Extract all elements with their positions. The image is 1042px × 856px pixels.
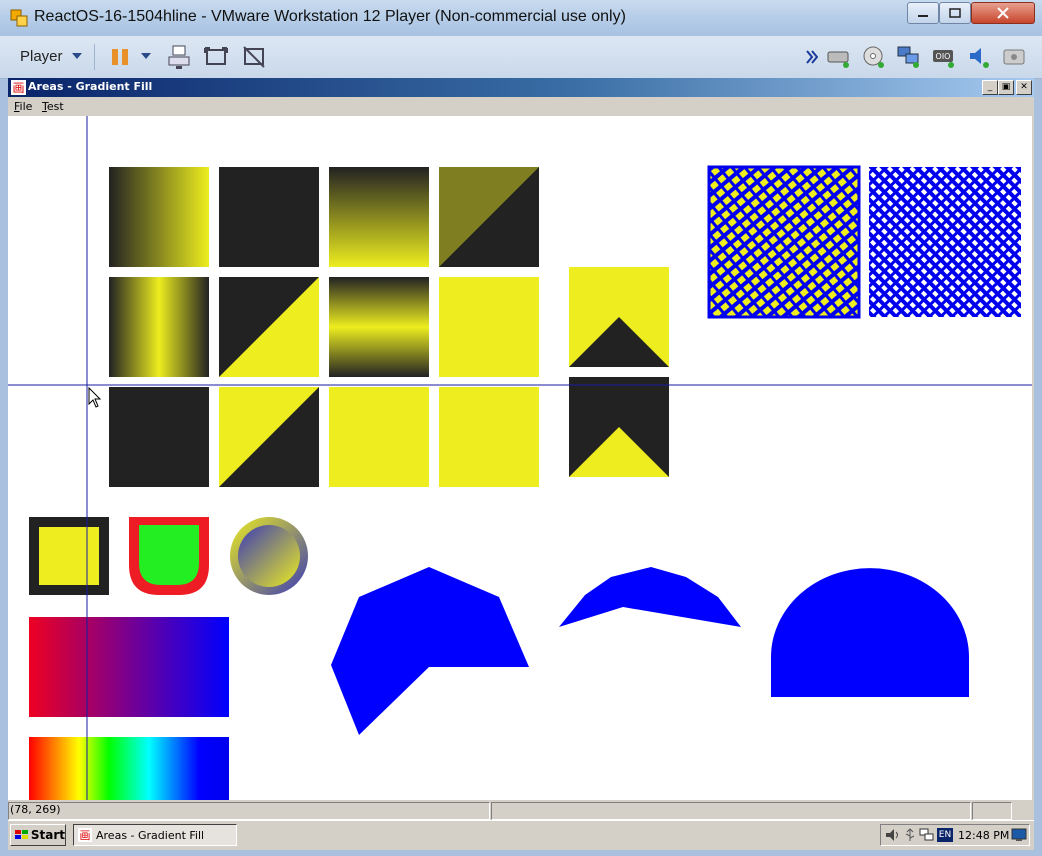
svg-text:画: 画 [80,829,91,842]
player-menu-button[interactable]: Player [20,48,63,65]
black-square [109,387,209,487]
language-indicator[interactable]: EN [937,828,953,842]
send-ctrl-alt-del-icon[interactable] [166,44,192,70]
maximize-button[interactable] [939,2,971,24]
gradient-square [329,167,429,267]
volume-icon[interactable] [885,828,901,842]
pause-dropdown-icon[interactable] [141,53,151,61]
unity-icon[interactable] [241,44,267,70]
status-panel [491,802,971,820]
yellow-square [329,387,429,487]
pause-icon[interactable] [108,44,134,70]
app-restore-button[interactable]: ▣ [998,80,1014,95]
reactos-app-icon: 画 [78,828,92,842]
app-window-title: Areas - Gradient Fill [28,80,153,93]
rainbow-gradient-bar [29,737,229,800]
drawing-canvas[interactable] [8,116,1032,800]
app-statusbar: (78, 269) [8,800,1034,820]
app-menubar: File Test [8,97,1034,116]
gradient-fill-drawing [8,116,1032,800]
taskbar-app-button[interactable]: 画 Areas - Gradient Fill [73,824,237,846]
framed-yellow-square [29,517,109,595]
cd-icon[interactable] [861,44,887,70]
diagonal-square [439,167,539,267]
usb-tray-icon[interactable] [903,828,917,842]
reactos-app-icon: 画 [11,80,26,95]
yellow-square [439,387,539,487]
red-blue-gradient-bar [29,617,229,717]
gradient-square [329,277,429,377]
app-titlebar: 画 Areas - Gradient Fill _ ▣ ✕ [8,78,1034,97]
svg-text:画: 画 [12,81,24,95]
toolbar-separator [94,44,95,70]
diagonal-square [219,277,319,377]
network-icon[interactable] [896,44,922,70]
guest-screen: 画 Areas - Gradient Fill _ ▣ ✕ File Test [8,78,1034,850]
host-window-title: ReactOS-16-1504hline - VMware Workstatio… [34,8,626,25]
minimize-icon [918,15,928,17]
clock[interactable]: 12:48 PM [958,829,1009,842]
player-dropdown-icon[interactable] [72,53,82,61]
blue-polygon [331,567,529,735]
svg-text:OIO: OIO [936,52,951,61]
start-button[interactable]: Start [10,824,66,846]
red-framed-green-shape [129,517,209,595]
more-icon[interactable] [806,50,818,64]
yellow-square [439,277,539,377]
vm-toolbar: Player OIO [0,36,1042,79]
triangle-square-bottom [569,377,669,477]
usb-icon[interactable]: OIO [931,44,957,70]
system-tray: EN 12:48 PM [880,824,1030,846]
reactos-logo-icon [15,830,28,839]
menu-file[interactable]: File [14,100,32,113]
minimize-button[interactable] [907,2,939,24]
close-icon [997,7,1009,19]
hatched-rectangle [869,167,1021,317]
mouse-cursor-icon [88,386,102,408]
status-panel [972,802,1012,820]
fullscreen-icon[interactable] [203,44,229,70]
restore-icon [949,8,961,18]
cursor-coordinates: (78, 269) [10,803,61,816]
network-tray-icon[interactable] [919,828,935,842]
black-square [219,167,319,267]
blue-polygon [559,567,741,627]
app-minimize-button[interactable]: _ [982,80,998,95]
sound-icon[interactable] [966,44,992,70]
gradient-square [109,167,209,267]
gradient-square [109,277,209,377]
vmware-app-icon [10,9,28,27]
status-panel [8,802,490,820]
desktop-icon[interactable] [1011,827,1027,843]
host-titlebar: ReactOS-16-1504hline - VMware Workstatio… [0,0,1042,37]
start-label: Start [30,828,65,842]
app-close-button[interactable]: ✕ [1016,80,1032,95]
hard-disk-icon[interactable] [826,44,852,70]
gradient-ring [230,517,308,595]
close-button[interactable] [971,2,1035,24]
display-icon[interactable] [1001,44,1027,70]
taskbar-app-label: Areas - Gradient Fill [96,828,205,842]
blue-half-ellipse [771,568,969,697]
diagonal-square [219,387,319,487]
menu-test[interactable]: Test [42,100,64,113]
triangle-square-top [569,267,669,367]
taskbar: Start 画 Areas - Gradient Fill EN 12:48 P… [8,820,1034,850]
hatched-rectangle [707,165,861,319]
